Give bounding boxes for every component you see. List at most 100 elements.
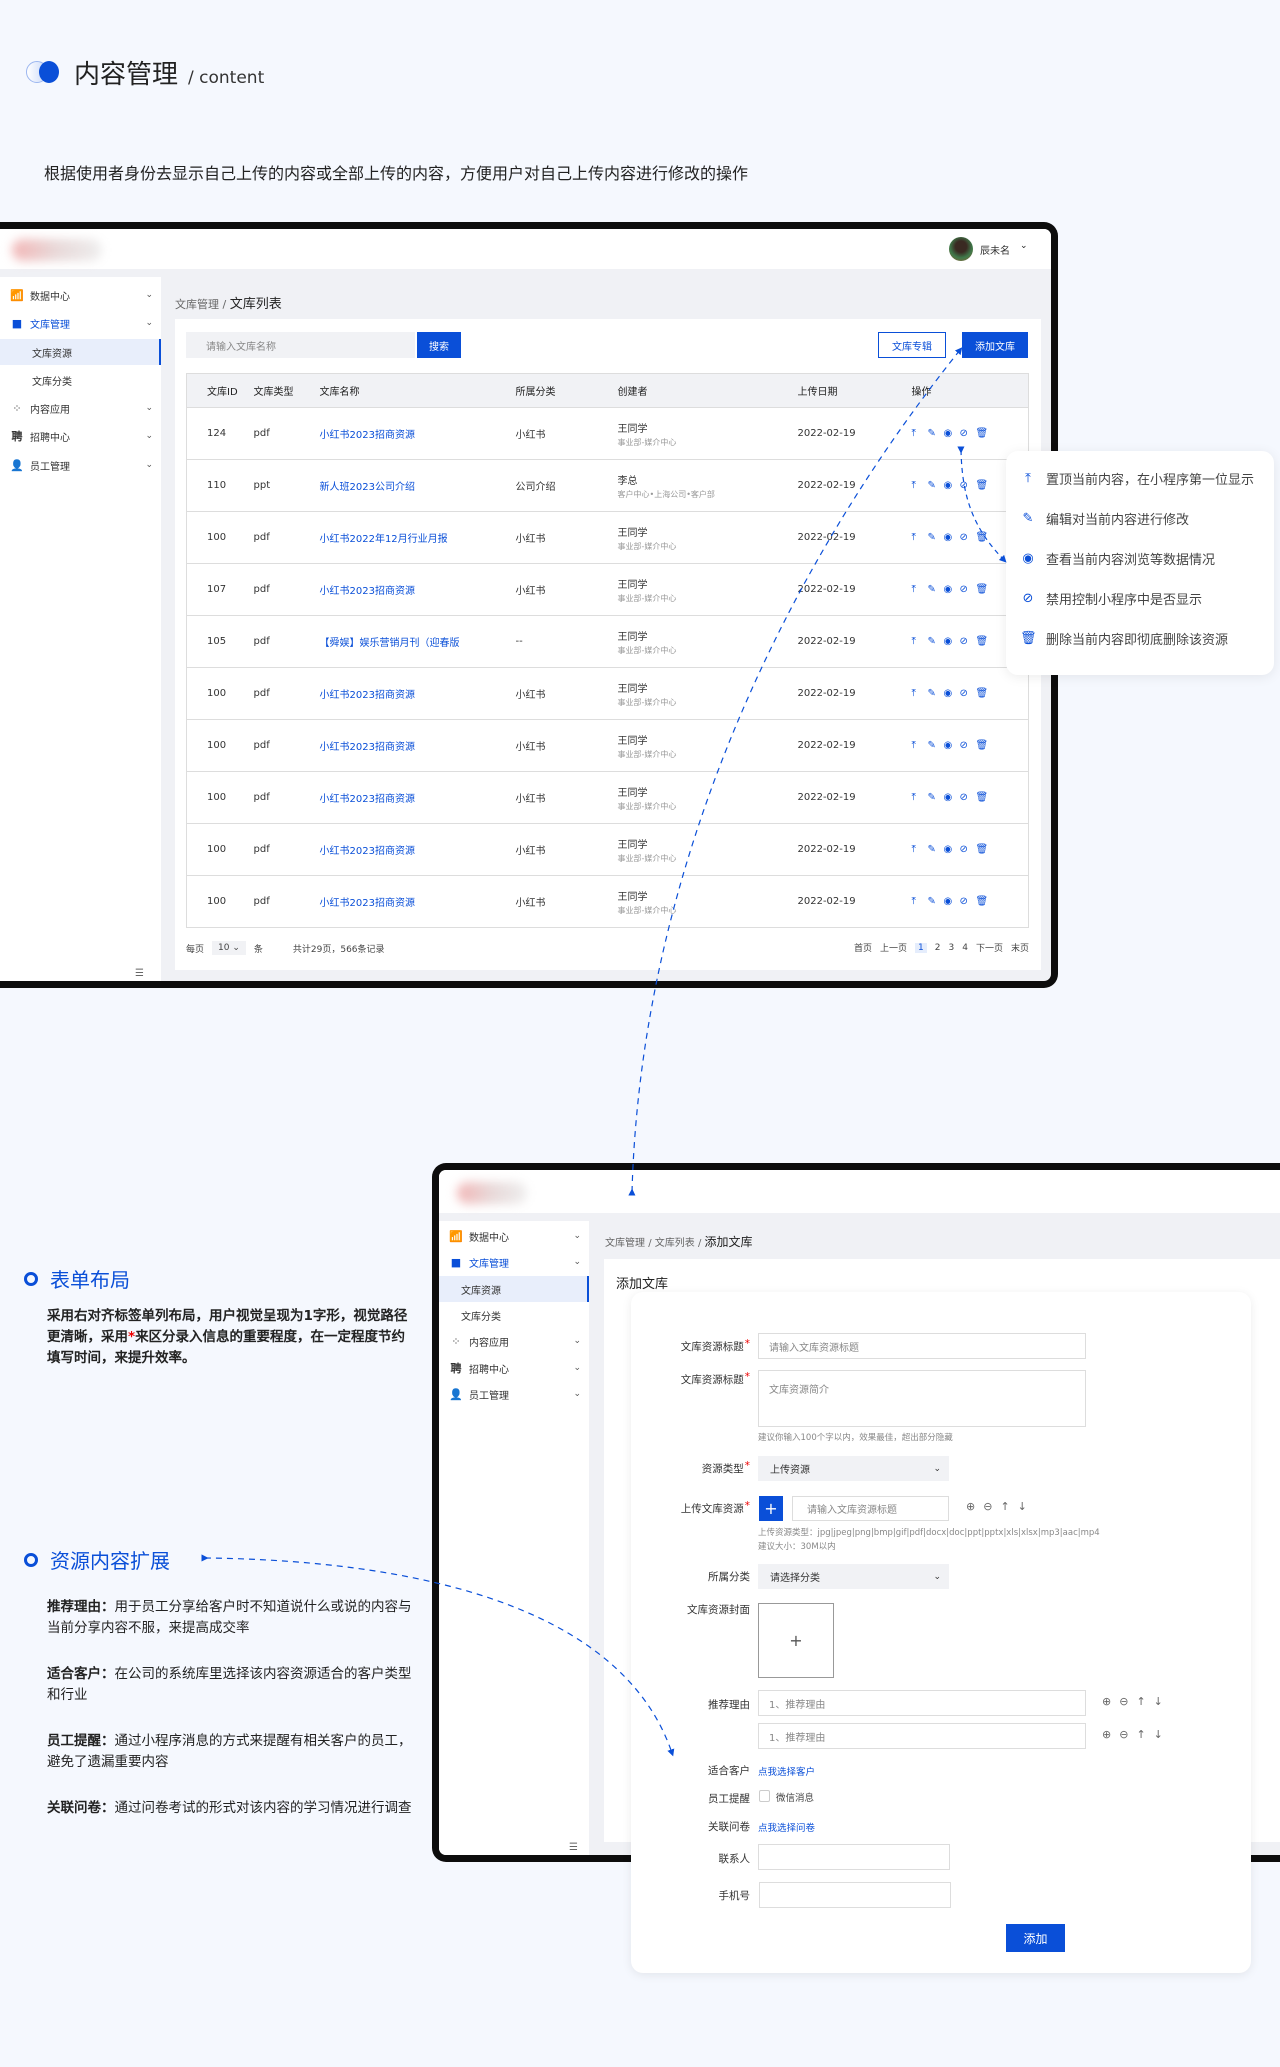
eye-icon[interactable]: ◉ bbox=[944, 584, 960, 595]
cell-name-link[interactable]: 小红书2023招商资源 bbox=[319, 563, 516, 616]
first-page-link[interactable]: 首页 bbox=[854, 941, 872, 954]
reason-input-2[interactable]: 1、推荐理由 bbox=[758, 1723, 1086, 1749]
trash-icon[interactable]: 🗑 bbox=[976, 584, 992, 595]
pin-top-icon[interactable]: ⤒ bbox=[912, 480, 928, 491]
trash-icon[interactable]: 🗑 bbox=[976, 740, 992, 751]
sidebar-item-recruit[interactable]: 聘招聘中心 ⌄ bbox=[439, 1355, 589, 1381]
search-input[interactable]: 请输入文库名称 bbox=[186, 332, 415, 358]
title-input[interactable]: 请输入文库资源标题 bbox=[758, 1333, 1086, 1359]
arrow-up-icon[interactable]: ↑ bbox=[1136, 1728, 1145, 1741]
cell-name-link[interactable]: 【舜娱】娱乐营销月刊（迎春版 bbox=[319, 615, 516, 668]
sidebar-item-library-resources[interactable]: 文库资源 bbox=[0, 339, 161, 365]
edit-icon[interactable]: ✎ bbox=[928, 480, 944, 491]
cover-upload-plus-icon[interactable]: + bbox=[758, 1603, 834, 1678]
cell-name-link[interactable]: 小红书2022年12月行业月报 bbox=[319, 511, 516, 564]
sidebar-item-data-center[interactable]: 📶 数据中心 ⌄ bbox=[0, 282, 161, 308]
arrow-up-icon[interactable]: ↑ bbox=[1136, 1695, 1145, 1708]
sidebar-item-content-apps[interactable]: ⁘ 内容应用 ⌄ bbox=[439, 1328, 589, 1354]
sidebar-item-data-center[interactable]: 📶 数据中心 ⌄ bbox=[439, 1223, 589, 1249]
disable-icon[interactable]: ⊘ bbox=[960, 688, 976, 699]
menu-collapse-icon[interactable]: ☰ bbox=[135, 968, 144, 979]
sidebar-item-library[interactable]: ■ 文库管理 ⌄ bbox=[0, 310, 161, 336]
eye-icon[interactable]: ◉ bbox=[944, 532, 960, 543]
edit-icon[interactable]: ✎ bbox=[928, 792, 944, 803]
disable-icon[interactable]: ⊘ bbox=[960, 428, 976, 439]
trash-icon[interactable]: 🗑 bbox=[976, 688, 992, 699]
disable-icon[interactable]: ⊘ bbox=[960, 636, 976, 647]
sidebar-item-library[interactable]: ■ 文库管理 ⌄ bbox=[439, 1249, 589, 1275]
trash-icon[interactable]: 🗑 bbox=[976, 532, 992, 543]
cell-name-link[interactable]: 小红书2023招商资源 bbox=[319, 667, 516, 720]
trash-icon[interactable]: 🗑 bbox=[976, 636, 992, 647]
sidebar-item-library-categories[interactable]: 文库分类 bbox=[439, 1302, 589, 1328]
select-customer-link[interactable]: 点我选择客户 bbox=[758, 1764, 815, 1778]
pin-top-icon[interactable]: ⤒ bbox=[912, 688, 928, 699]
sidebar-item-recruit[interactable]: 聘招聘中心 ⌄ bbox=[0, 423, 161, 449]
trash-icon[interactable]: 🗑 bbox=[976, 896, 992, 907]
pin-top-icon[interactable]: ⤒ bbox=[912, 844, 928, 855]
page-2[interactable]: 2 bbox=[935, 943, 941, 953]
add-circle-icon[interactable]: ⊕ bbox=[1102, 1728, 1111, 1741]
pin-top-icon[interactable]: ⤒ bbox=[912, 584, 928, 595]
album-button[interactable]: 文库专辑 bbox=[878, 332, 946, 358]
type-select[interactable]: 上传资源 ⌄ bbox=[758, 1456, 949, 1481]
contact-input[interactable] bbox=[758, 1844, 950, 1870]
cell-name-link[interactable]: 小红书2023招商资源 bbox=[319, 407, 516, 460]
eye-icon[interactable]: ◉ bbox=[944, 636, 960, 647]
search-button[interactable]: 搜索 bbox=[417, 332, 461, 358]
disable-icon[interactable]: ⊘ bbox=[960, 480, 976, 491]
prev-page-link[interactable]: 上一页 bbox=[880, 941, 907, 954]
cell-name-link[interactable]: 小红书2023招商资源 bbox=[319, 771, 516, 824]
pin-top-icon[interactable]: ⤒ bbox=[912, 428, 928, 439]
upload-title-input[interactable]: 请输入文库资源标题 bbox=[792, 1496, 949, 1521]
submit-add-button[interactable]: 添加 bbox=[1006, 1924, 1065, 1952]
edit-icon[interactable]: ✎ bbox=[928, 688, 944, 699]
pin-top-icon[interactable]: ⤒ bbox=[912, 532, 928, 543]
trash-icon[interactable]: 🗑 bbox=[976, 792, 992, 803]
eye-icon[interactable]: ◉ bbox=[944, 740, 960, 751]
sidebar-item-library-resources[interactable]: 文库资源 bbox=[439, 1276, 589, 1302]
next-page-link[interactable]: 下一页 bbox=[976, 941, 1003, 954]
eye-icon[interactable]: ◉ bbox=[944, 428, 960, 439]
pin-top-icon[interactable]: ⤒ bbox=[912, 896, 928, 907]
eye-icon[interactable]: ◉ bbox=[944, 792, 960, 803]
page-size-select[interactable]: 10 ⌄ bbox=[212, 941, 246, 955]
last-page-link[interactable]: 末页 bbox=[1011, 941, 1029, 954]
disable-icon[interactable]: ⊘ bbox=[960, 792, 976, 803]
edit-icon[interactable]: ✎ bbox=[928, 532, 944, 543]
cell-name-link[interactable]: 小红书2023招商资源 bbox=[319, 823, 516, 876]
disable-icon[interactable]: ⊘ bbox=[960, 896, 976, 907]
sidebar-item-staff[interactable]: 👤 员工管理 ⌄ bbox=[0, 452, 161, 478]
eye-icon[interactable]: ◉ bbox=[944, 688, 960, 699]
reason-input-1[interactable]: 1、推荐理由 bbox=[758, 1690, 1086, 1716]
sidebar-item-staff[interactable]: 👤 员工管理 ⌄ bbox=[439, 1381, 589, 1407]
page-1[interactable]: 1 bbox=[915, 942, 927, 953]
edit-icon[interactable]: ✎ bbox=[928, 896, 944, 907]
arrow-down-icon[interactable]: ↓ bbox=[1154, 1728, 1163, 1741]
trash-icon[interactable]: 🗑 bbox=[976, 428, 992, 439]
edit-icon[interactable]: ✎ bbox=[928, 740, 944, 751]
select-survey-link[interactable]: 点我选择问卷 bbox=[758, 1820, 815, 1834]
edit-icon[interactable]: ✎ bbox=[928, 844, 944, 855]
disable-icon[interactable]: ⊘ bbox=[960, 532, 976, 543]
edit-icon[interactable]: ✎ bbox=[928, 584, 944, 595]
pin-top-icon[interactable]: ⤒ bbox=[912, 792, 928, 803]
arrow-down-icon[interactable]: ↓ bbox=[1018, 1500, 1027, 1513]
chevron-down-icon[interactable]: ⌄ bbox=[1020, 241, 1028, 251]
cell-name-link[interactable]: 小红书2023招商资源 bbox=[319, 875, 516, 928]
wechat-checkbox[interactable] bbox=[759, 1790, 770, 1802]
cell-name-link[interactable]: 新人班2023公司介绍 bbox=[319, 459, 516, 512]
edit-icon[interactable]: ✎ bbox=[928, 636, 944, 647]
page-4[interactable]: 4 bbox=[962, 943, 968, 953]
add-circle-icon[interactable]: ⊕ bbox=[966, 1500, 975, 1513]
disable-icon[interactable]: ⊘ bbox=[960, 584, 976, 595]
page-3[interactable]: 3 bbox=[949, 943, 955, 953]
phone-input[interactable] bbox=[759, 1882, 951, 1908]
remove-circle-icon[interactable]: ⊖ bbox=[983, 1500, 992, 1513]
trash-icon[interactable]: 🗑 bbox=[976, 480, 992, 491]
menu-collapse-icon[interactable]: ☰ bbox=[569, 1842, 578, 1853]
remove-circle-icon[interactable]: ⊖ bbox=[1119, 1728, 1128, 1741]
user-name[interactable]: 辰未名 bbox=[980, 242, 1010, 257]
avatar[interactable] bbox=[949, 237, 973, 261]
add-library-button[interactable]: 添加文库 bbox=[962, 332, 1028, 358]
